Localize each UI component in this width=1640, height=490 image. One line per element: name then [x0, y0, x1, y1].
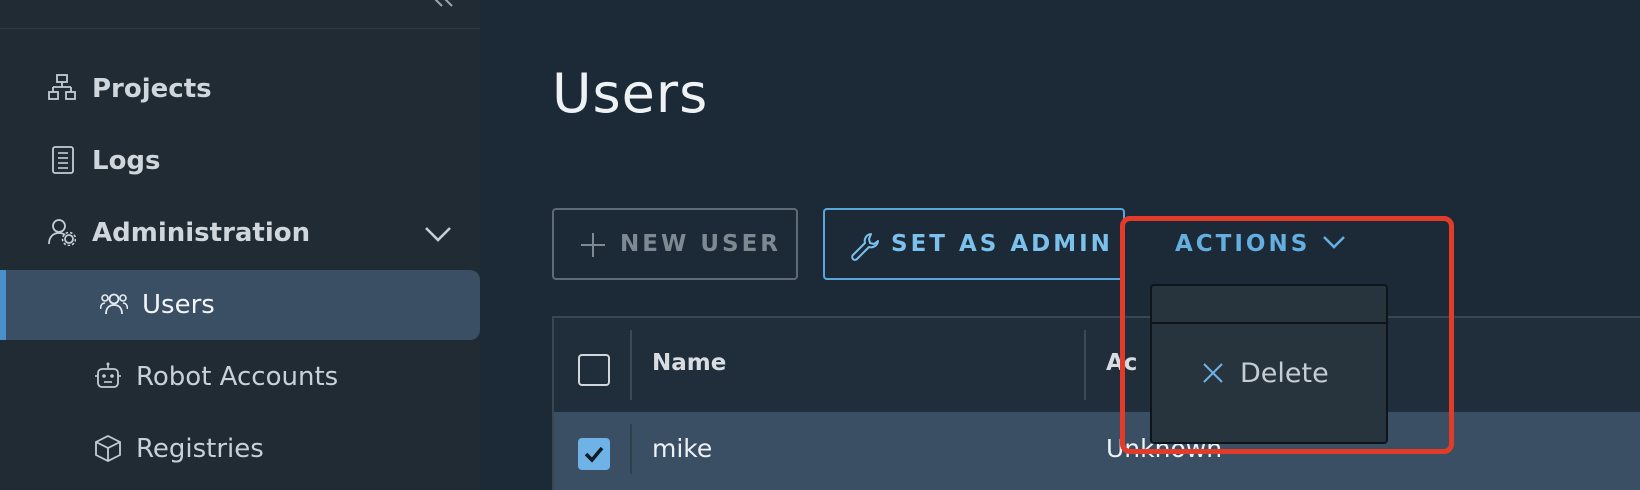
table-header: Name Ac: [554, 318, 1640, 412]
actions-dropdown-button[interactable]: ACTIONS: [1175, 208, 1355, 280]
delete-label: Delete: [1240, 358, 1329, 389]
column-divider: [1084, 330, 1086, 400]
sidebar-item-robot-accounts[interactable]: Robot Accounts: [0, 342, 480, 412]
chevron-down-icon[interactable]: [423, 224, 453, 244]
actions-dropdown-menu: Delete: [1150, 284, 1388, 444]
row-checkbox[interactable]: [578, 438, 610, 470]
sidebar: Projects Logs Administration Users Robot…: [0, 0, 480, 490]
user-name-cell: mike: [652, 434, 713, 463]
checkmark-icon: [584, 446, 604, 463]
app-window: Projects Logs Administration Users Robot…: [0, 0, 1640, 490]
sidebar-item-label: Robot Accounts: [136, 362, 339, 392]
wrench-icon: [851, 233, 879, 261]
column-divider: [630, 424, 632, 474]
column-header-role[interactable]: Ac: [1106, 350, 1137, 376]
sidebar-item-logs[interactable]: Logs: [0, 126, 480, 196]
sidebar-item-label: Users: [142, 290, 215, 320]
sidebar-divider: [0, 28, 480, 29]
select-all-checkbox[interactable]: [578, 354, 610, 386]
sidebar-item-projects[interactable]: Projects: [0, 54, 480, 124]
delete-menu-item[interactable]: Delete: [1152, 324, 1386, 434]
users-icon: [100, 293, 128, 315]
dropdown-header: [1152, 286, 1386, 324]
column-divider: [630, 330, 632, 400]
sidebar-item-registries[interactable]: Registries: [0, 414, 480, 484]
new-user-button[interactable]: NEW USER: [552, 208, 798, 280]
sidebar-item-label: Administration: [92, 218, 311, 248]
new-user-label: NEW USER: [620, 231, 782, 257]
logs-icon: [52, 146, 74, 174]
plus-icon: [581, 233, 605, 257]
box-icon: [95, 434, 121, 462]
admin-icon: [48, 219, 76, 246]
main-content: Users NEW USER SET AS ADMIN ACTIONS Name…: [480, 0, 1640, 490]
chevron-down-icon: [1323, 236, 1345, 249]
users-table: Name Ac mike Unknown: [552, 316, 1640, 490]
actions-label: ACTIONS: [1175, 231, 1311, 257]
set-as-admin-label: SET AS ADMIN: [891, 231, 1113, 257]
sidebar-item-users[interactable]: Users: [0, 270, 480, 340]
sidebar-item-label: Logs: [92, 146, 161, 176]
set-as-admin-button[interactable]: SET AS ADMIN: [823, 208, 1125, 280]
close-icon: [1203, 363, 1223, 383]
column-header-name[interactable]: Name: [652, 350, 726, 376]
collapse-sidebar-icon[interactable]: [430, 0, 458, 14]
projects-icon: [48, 74, 76, 100]
sidebar-item-label: Registries: [136, 434, 264, 464]
sidebar-item-label: Projects: [92, 74, 212, 104]
robot-icon: [95, 362, 121, 388]
sidebar-item-administration[interactable]: Administration: [0, 198, 480, 268]
page-title: Users: [552, 62, 709, 125]
table-row[interactable]: mike Unknown: [554, 412, 1640, 490]
